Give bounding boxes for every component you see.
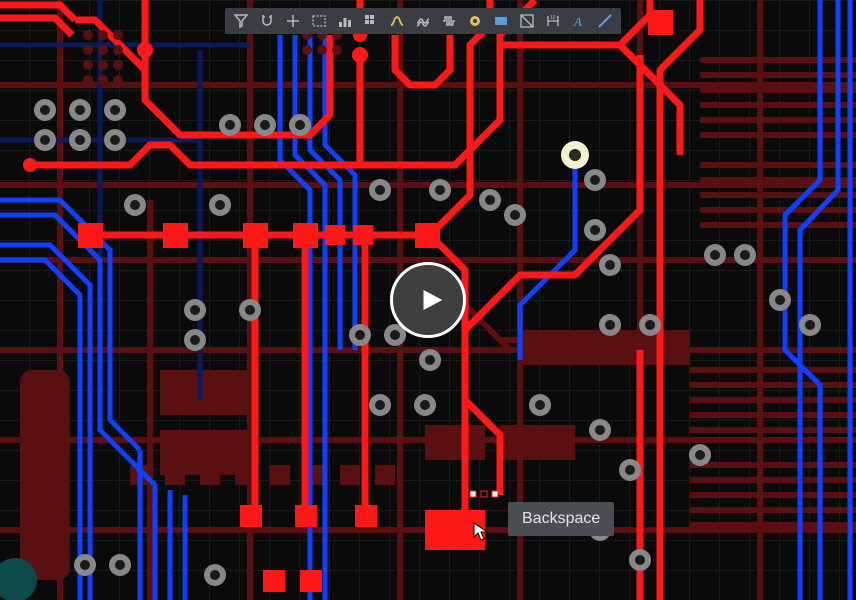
tool-add-zone[interactable]	[489, 10, 513, 32]
tool-add-crosshair[interactable]	[281, 10, 305, 32]
tool-draw-segment[interactable]	[593, 10, 617, 32]
tool-select-filter[interactable]	[229, 10, 253, 32]
shortcut-tooltip: Backspace	[508, 502, 614, 536]
svg-text:10: 10	[550, 15, 556, 21]
tool-route-track[interactable]	[385, 10, 409, 32]
tool-draw-shape[interactable]	[515, 10, 539, 32]
tool-add-dimension[interactable]: 10	[541, 10, 565, 32]
play-button[interactable]	[390, 262, 466, 338]
toolbar: 10 A	[225, 8, 621, 34]
tool-add-via[interactable]	[463, 10, 487, 32]
svg-text:A: A	[573, 14, 582, 29]
tool-select-rect[interactable]	[307, 10, 331, 32]
tool-snap-magnet[interactable]	[255, 10, 279, 32]
tool-route-diffpair[interactable]	[411, 10, 435, 32]
tooltip-text: Backspace	[522, 510, 600, 527]
tool-add-text[interactable]: A	[567, 10, 591, 32]
tool-align-distribute[interactable]	[333, 10, 357, 32]
play-icon	[416, 285, 446, 315]
tool-tune-length[interactable]	[437, 10, 461, 32]
tool-grid[interactable]	[359, 10, 383, 32]
